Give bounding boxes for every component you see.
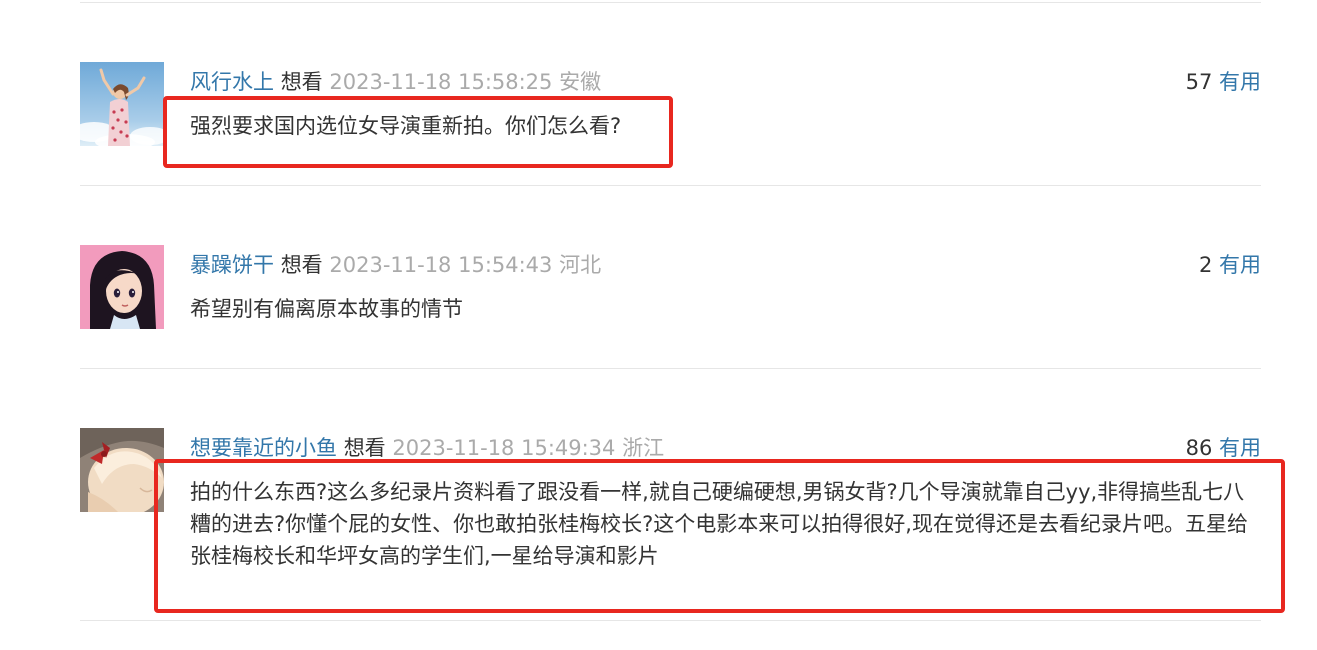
divider <box>80 368 1261 369</box>
username-link[interactable]: 想要靠近的小鱼 <box>190 436 337 460</box>
avatar[interactable] <box>80 428 164 512</box>
comment-item: 风行水上 想看 2023-11-18 15:58:25 安徽 57 有用 强烈要… <box>80 62 1261 162</box>
vote-count: 2 <box>1198 253 1213 277</box>
comment-meta: 风行水上 想看 2023-11-18 15:58:25 安徽 <box>190 67 601 97</box>
comment-time: 2023-11-18 15:49:34 <box>392 436 616 460</box>
comment-item: 暴躁饼干 想看 2023-11-18 15:54:43 河北 2 有用 希望别有… <box>80 245 1261 345</box>
comment-content: 强烈要求国内选位女导演重新拍。你们怎么看? <box>190 114 622 138</box>
username-link[interactable]: 风行水上 <box>190 70 274 94</box>
comment-time: 2023-11-18 15:58:25 <box>329 70 553 94</box>
avatar[interactable] <box>80 62 164 146</box>
vote-area: 86 有用 <box>1186 433 1261 463</box>
divider-top <box>80 2 1261 3</box>
comment-location: 河北 <box>559 253 602 277</box>
comment-meta: 想要靠近的小鱼 想看 2023-11-18 15:49:34 浙江 <box>190 433 664 463</box>
useful-button[interactable]: 有用 <box>1219 253 1261 277</box>
vote-count: 86 <box>1185 436 1213 460</box>
vote-area: 57 有用 <box>1186 67 1261 97</box>
username-link[interactable]: 暴躁饼干 <box>190 253 274 277</box>
divider <box>80 620 1261 621</box>
comment-item: 想要靠近的小鱼 想看 2023-11-18 15:49:34 浙江 86 有用 … <box>80 428 1261 588</box>
comment-content: 希望别有偏离原本故事的情节 <box>190 297 463 321</box>
avatar-image <box>80 245 164 329</box>
watch-status: 想看 <box>280 70 323 94</box>
vote-count: 57 <box>1185 70 1213 94</box>
vote-area: 2 有用 <box>1199 250 1261 280</box>
avatar-image <box>80 428 164 512</box>
avatar-image <box>80 62 164 146</box>
comment-time: 2023-11-18 15:54:43 <box>329 253 553 277</box>
watch-status: 想看 <box>343 436 386 460</box>
divider <box>80 185 1261 186</box>
comment-location: 浙江 <box>622 436 665 460</box>
comment-meta: 暴躁饼干 想看 2023-11-18 15:54:43 河北 <box>190 250 601 280</box>
useful-button[interactable]: 有用 <box>1219 70 1261 94</box>
useful-button[interactable]: 有用 <box>1219 436 1261 460</box>
comment-location: 安徽 <box>559 70 602 94</box>
watch-status: 想看 <box>280 253 323 277</box>
comment-content: 拍的什么东西?这么多纪录片资料看了跟没看一样,就自己硬编硬想,男锅女背?几个导演… <box>190 480 1248 568</box>
avatar[interactable] <box>80 245 164 329</box>
